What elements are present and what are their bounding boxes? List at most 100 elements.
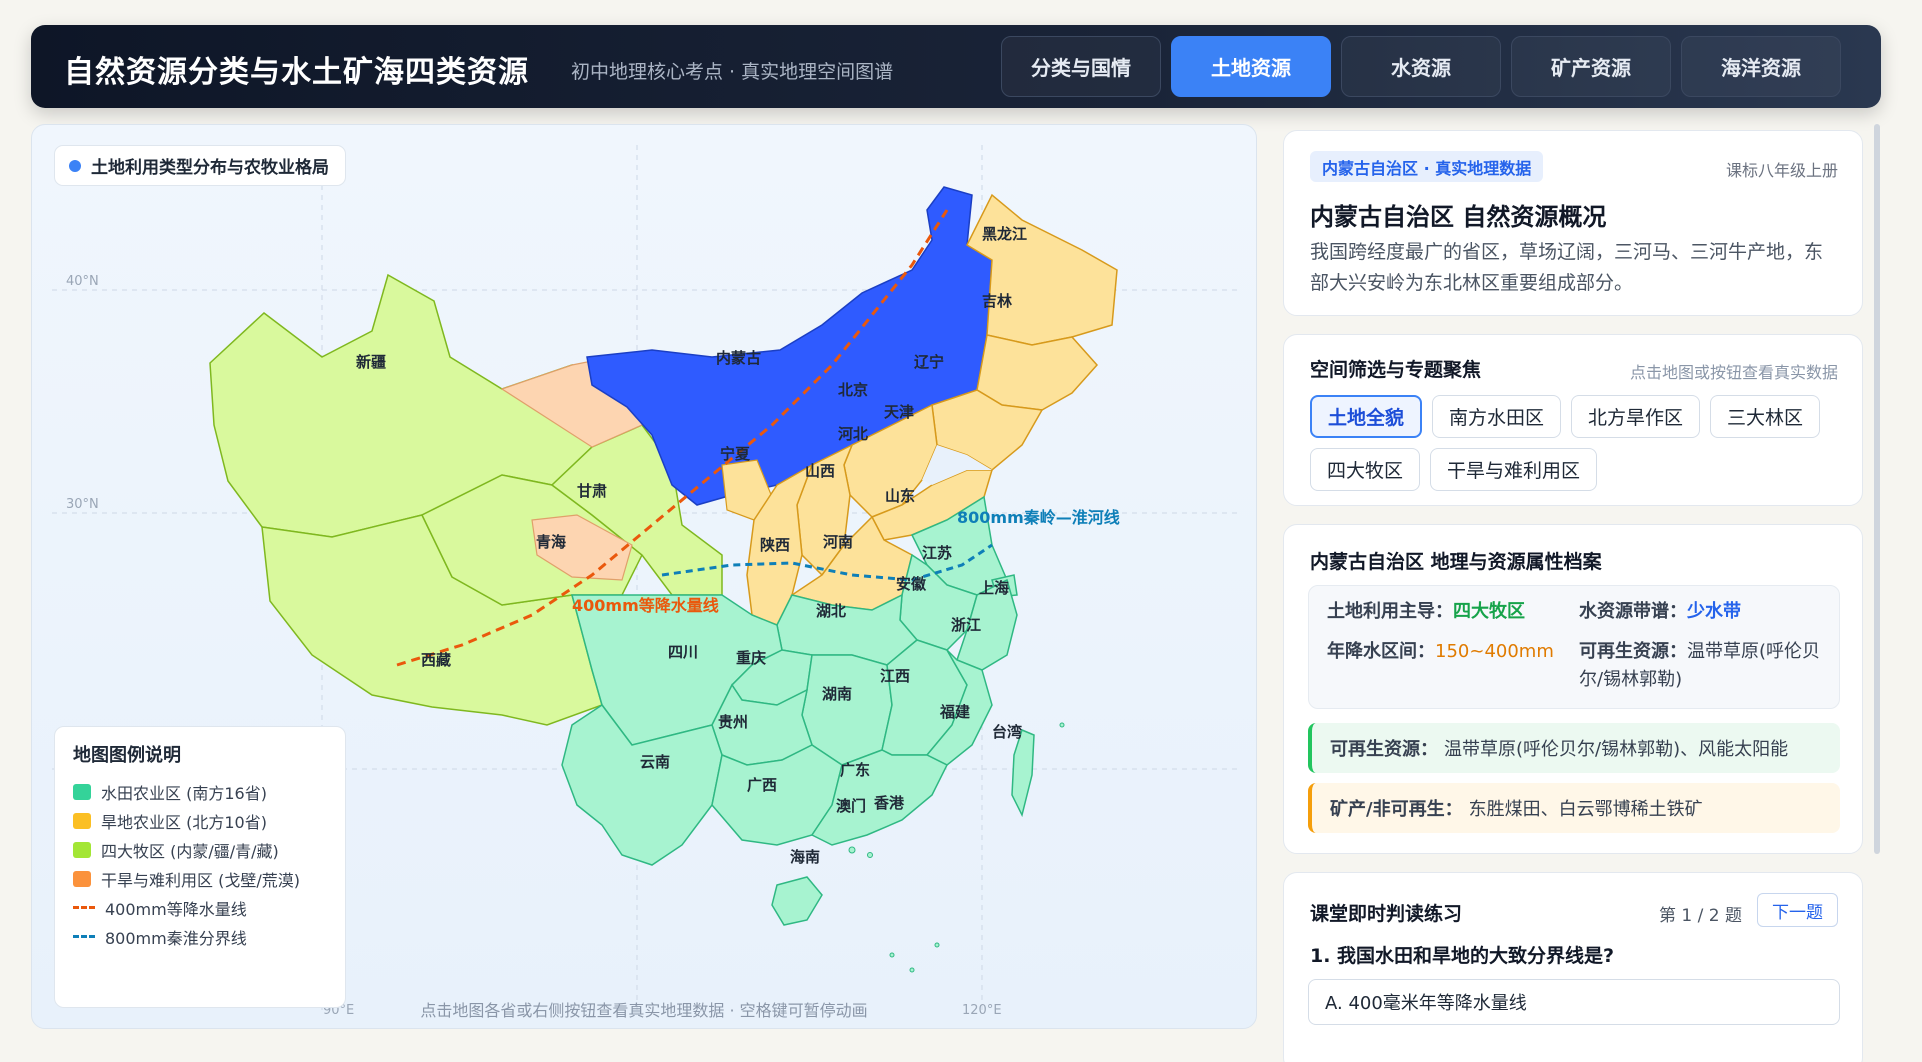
attr-value: 150~400mm	[1435, 641, 1554, 662]
label-hongkong: 香港	[874, 794, 905, 812]
label-shaanxi: 陕西	[760, 536, 790, 554]
tab-classification[interactable]: 分类与国情	[1001, 36, 1161, 97]
theme-dot-icon	[69, 159, 81, 172]
filter-chips: 土地全貌 南方水田区 北方旱作区 三大林区 四大牧区 干旱与难利用区	[1310, 395, 1850, 491]
region-tag: 内蒙古自治区 · 真实地理数据	[1310, 151, 1544, 182]
label-tianjin: 天津	[884, 403, 914, 421]
label-guizhou: 贵州	[718, 713, 748, 731]
label-sichuan: 四川	[668, 643, 698, 661]
attr-key: 可再生资源：	[1579, 641, 1687, 662]
label-guangxi: 广西	[747, 776, 777, 794]
page-subtitle: 初中地理核心考点 · 真实地理空间图谱	[571, 61, 894, 83]
lat-label-40: 40°N	[66, 274, 99, 289]
label-qinghai: 青海	[536, 533, 566, 551]
label-jiangxi: 江西	[880, 667, 910, 685]
label-macau: 澳门	[836, 797, 866, 815]
bar-value: 东胜煤田、白云鄂博稀土铁矿	[1468, 799, 1703, 820]
province-hainan[interactable]	[771, 876, 823, 926]
map-panel: 40°N 30°N 90°E 120°E 400mm等降水量线 800mm秦岭—…	[31, 124, 1257, 1029]
attr-key: 水资源带谱：	[1579, 601, 1687, 622]
attr-value: 四大牧区	[1453, 601, 1525, 622]
label-ningxia: 宁夏	[720, 445, 751, 463]
attr-value: 少水带	[1687, 601, 1741, 622]
legend-label: 四大牧区 (内蒙/疆/青/藏)	[101, 841, 279, 861]
profile-title: 内蒙古自治区 地理与资源属性档案	[1310, 551, 1602, 573]
grade-label: 课标八年级上册	[1725, 161, 1838, 180]
profile-attributes: 土地利用主导：四大牧区 水资源带谱：少水带 年降水区间：150~400mm 可再…	[1308, 585, 1840, 709]
page-title: 自然资源分类与水土矿海四类资源	[64, 55, 529, 90]
next-question-button[interactable]: 下一题	[1757, 893, 1838, 927]
legend-label: 水田农业区 (南方16省)	[101, 783, 267, 803]
legend-item-dry: 旱地农业区 (北方10省)	[73, 806, 327, 835]
app-header: 自然资源分类与水土矿海四类资源 初中地理核心考点 · 真实地理空间图谱 分类与国…	[31, 25, 1881, 108]
overview-desc: 我国跨经度最广的省区，草场辽阔，三河马、三河牛产地，东部大兴安岭为东北林区重要组…	[1310, 241, 1824, 294]
right-panel-scrollbar[interactable]	[1874, 124, 1880, 854]
bar-key: 矿产/非可再生：	[1330, 799, 1463, 820]
label-beijing: 北京	[838, 381, 868, 399]
filter-title: 空间筛选与专题聚焦	[1310, 359, 1482, 381]
label-shandong: 山东	[885, 487, 915, 505]
overview-card: 内蒙古自治区 · 真实地理数据 课标八年级上册 内蒙古自治区 自然资源概况 我国…	[1283, 130, 1863, 316]
attr-key: 年降水区间：	[1327, 641, 1435, 662]
quiz-option-a[interactable]: A. 400毫米年等降水量线	[1308, 979, 1840, 1025]
legend-item-400mm: 400mm等降水量线	[73, 893, 327, 922]
bar-value: 温带草原(呼伦贝尔/锡林郭勒)、风能太阳能	[1444, 739, 1789, 760]
attr-rainfall: 年降水区间：150~400mm	[1327, 638, 1554, 666]
topic-tabs: 分类与国情 土地资源 水资源 矿产资源 海洋资源	[1001, 36, 1841, 97]
map-legend: 地图图例说明 水田农业区 (南方16省) 旱地农业区 (北方10省) 四大牧区 …	[54, 726, 346, 1008]
attr-land-use: 土地利用主导：四大牧区	[1327, 598, 1525, 626]
province-taiwan[interactable]	[1011, 728, 1035, 818]
label-shanghai: 上海	[979, 579, 1009, 597]
chip-arid[interactable]: 干旱与难利用区	[1430, 448, 1598, 491]
label-fujian: 福建	[939, 703, 971, 721]
label-hainan: 海南	[790, 848, 820, 866]
legend-swatch-paddy	[73, 783, 91, 800]
label-zhejiang: 浙江	[951, 616, 981, 634]
province-jilin[interactable]	[976, 334, 1099, 411]
label-yunnan: 云南	[640, 753, 670, 771]
chip-pasture[interactable]: 四大牧区	[1310, 448, 1421, 491]
tab-ocean[interactable]: 海洋资源	[1681, 36, 1841, 97]
chip-north-dry[interactable]: 北方旱作区	[1571, 395, 1701, 438]
label-xinjiang: 新疆	[356, 353, 386, 371]
label-heilongjiang: 黑龙江	[982, 225, 1027, 243]
bar-key: 可再生资源：	[1330, 739, 1438, 760]
legend-swatch-pasture	[73, 841, 91, 858]
map-theme-label: 土地利用类型分布与农牧业格局	[91, 158, 329, 178]
label-hunan: 湖南	[822, 685, 852, 703]
label-taiwan: 台湾	[992, 723, 1022, 741]
label-chongqing: 重庆	[736, 649, 766, 667]
label-jilin: 吉林	[982, 292, 1013, 310]
attr-renewable: 可再生资源：温带草原(呼伦贝尔/锡林郭勒)	[1579, 638, 1829, 694]
legend-item-paddy: 水田农业区 (南方16省)	[73, 777, 327, 806]
legend-label: 400mm等降水量线	[105, 899, 247, 919]
label-hebei: 河北	[838, 425, 868, 443]
label-guangdong: 广东	[840, 761, 870, 779]
quiz-card: 课堂即时判读练习 第 1 / 2 题 下一题 1. 我国水田和旱地的大致分界线是…	[1283, 872, 1863, 1062]
chip-land-overview[interactable]: 土地全貌	[1310, 395, 1423, 438]
legend-swatch-dry	[73, 812, 91, 829]
profile-card: 内蒙古自治区 地理与资源属性档案 土地利用主导：四大牧区 水资源带谱：少水带 年…	[1283, 524, 1863, 854]
tab-mineral[interactable]: 矿产资源	[1511, 36, 1671, 97]
label-liaoning: 辽宁	[914, 353, 944, 371]
mineral-bar: 矿产/非可再生： 东胜煤田、白云鄂博稀土铁矿	[1308, 783, 1840, 833]
label-jiangsu: 江苏	[922, 544, 952, 562]
label-henan: 河南	[823, 533, 853, 551]
quiz-counter: 第 1 / 2 题	[1659, 906, 1742, 926]
chip-south-paddy[interactable]: 南方水田区	[1432, 395, 1562, 438]
map-theme-chip: 土地利用类型分布与农牧业格局	[54, 145, 346, 186]
tab-land[interactable]: 土地资源	[1171, 36, 1331, 97]
attr-key: 土地利用主导：	[1327, 601, 1453, 622]
legend-line-800mm	[73, 935, 95, 938]
label-tibet: 西藏	[421, 651, 451, 669]
tab-water[interactable]: 水资源	[1341, 36, 1501, 97]
filter-card: 空间筛选与专题聚焦 点击地图或按钮查看真实数据 土地全貌 南方水田区 北方旱作区…	[1283, 334, 1863, 506]
legend-swatch-arid	[73, 870, 91, 887]
label-inner-mongolia: 内蒙古	[716, 349, 761, 367]
legend-item-arid: 干旱与难利用区 (戈壁/荒漠)	[73, 864, 327, 893]
chip-forest[interactable]: 三大林区	[1710, 395, 1821, 438]
label-hubei: 湖北	[816, 602, 846, 620]
lat-label-30: 30°N	[66, 497, 99, 512]
legend-item-pasture: 四大牧区 (内蒙/疆/青/藏)	[73, 835, 327, 864]
filter-note: 点击地图或按钮查看真实数据	[1629, 363, 1838, 382]
